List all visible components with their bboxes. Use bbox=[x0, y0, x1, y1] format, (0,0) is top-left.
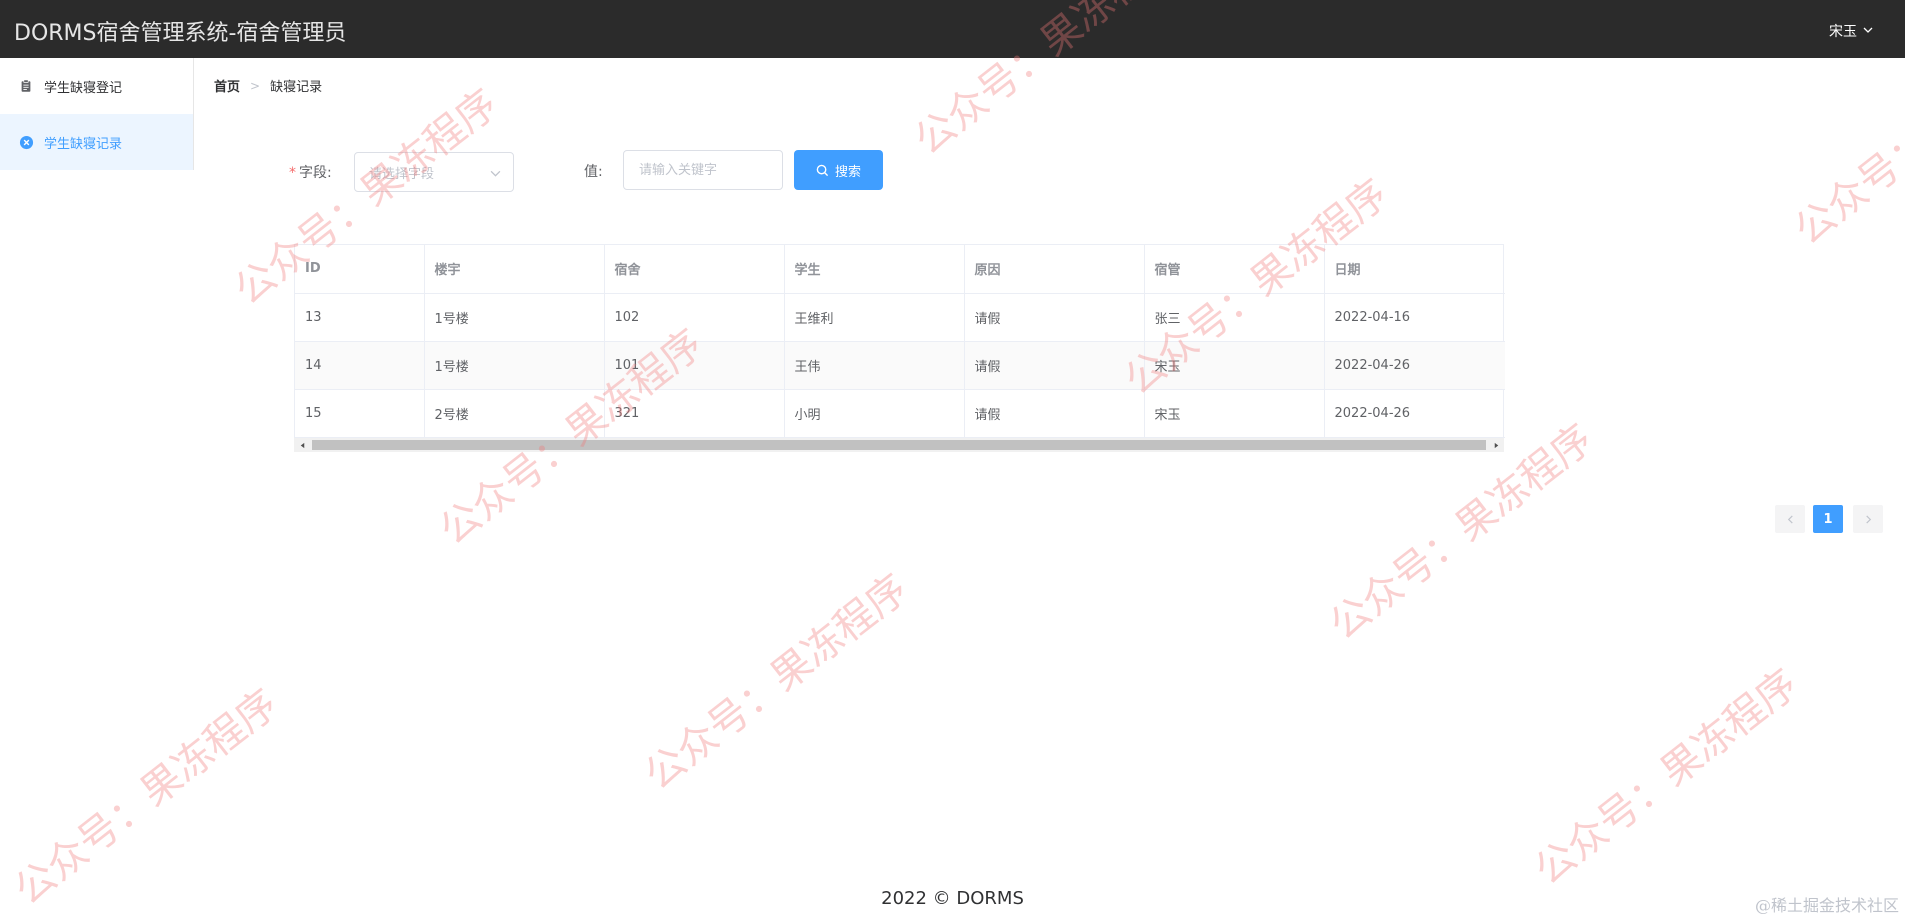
user-name: 宋玉 bbox=[1829, 24, 1857, 40]
footer-credit: @稀土掘金技术社区 bbox=[1754, 896, 1899, 915]
cell-reason: 请假 bbox=[964, 341, 1145, 390]
value-label: 值: bbox=[584, 164, 603, 180]
column-header-student[interactable]: 学生 bbox=[784, 245, 965, 294]
search-button-label: 搜索 bbox=[834, 164, 861, 180]
cell-id: 13 bbox=[295, 293, 425, 342]
records-table: ID 楼宇 宿舍 学生 原因 宿管 日期 13 1号楼 102 王维利 请假 张… bbox=[294, 244, 1505, 452]
search-form: *字段: 请选择字段 值: 搜索 bbox=[0, 150, 1000, 192]
cell-manager: 张三 bbox=[1144, 293, 1325, 342]
sidebar-item-label: 学生缺寝登记 bbox=[44, 80, 123, 96]
breadcrumb-home[interactable]: 首页 bbox=[214, 76, 240, 95]
cell-student: 王伟 bbox=[784, 341, 965, 390]
cell-date: 2022-04-16 bbox=[1324, 293, 1505, 342]
next-page-button[interactable] bbox=[1853, 505, 1883, 533]
table-row[interactable]: 15 2号楼 321 小明 请假 宋玉 2022-04-26 bbox=[295, 389, 1505, 438]
cell-building: 1号楼 bbox=[424, 341, 605, 390]
scroll-right-icon[interactable] bbox=[1488, 438, 1504, 452]
column-header-dorm[interactable]: 宿舍 bbox=[604, 245, 785, 294]
sidebar-item-absence-register[interactable]: 学生缺寝登记 bbox=[0, 58, 193, 114]
close-circle-icon bbox=[18, 134, 34, 150]
sidebar-item-label: 学生缺寝记录 bbox=[44, 136, 123, 152]
cell-reason: 请假 bbox=[964, 293, 1145, 342]
scrollbar-thumb[interactable] bbox=[312, 440, 1486, 450]
cell-date: 2022-04-26 bbox=[1324, 389, 1505, 438]
field-label: * 字段: bbox=[289, 165, 332, 181]
column-header-manager[interactable]: 宿管 bbox=[1144, 245, 1325, 294]
chevron-left-icon bbox=[1787, 514, 1793, 524]
field-select[interactable]: 请选择字段 bbox=[354, 152, 514, 192]
watermark: 公众号：果冻程序 bbox=[1526, 660, 1807, 895]
table-row[interactable]: 13 1号楼 102 王维利 请假 张三 2022-04-16 bbox=[295, 293, 1505, 342]
cell-date: 2022-04-26 bbox=[1324, 341, 1505, 390]
required-asterisk: * bbox=[289, 165, 296, 181]
chevron-down-icon bbox=[490, 170, 501, 177]
breadcrumb-current: 缺寝记录 bbox=[270, 80, 323, 95]
watermark-layer: 公众号：果冻程序 公众号：果冻程序 公众号：果冻程序 公众号：果冻程序 公众号：… bbox=[0, 0, 1905, 920]
cell-dorm: 101 bbox=[604, 341, 785, 390]
column-header-reason[interactable]: 原因 bbox=[964, 245, 1145, 294]
cell-id: 14 bbox=[295, 341, 425, 390]
table-header-row: ID 楼宇 宿舍 学生 原因 宿管 日期 bbox=[295, 245, 1505, 294]
scroll-left-icon[interactable] bbox=[294, 438, 310, 452]
cell-dorm: 321 bbox=[604, 389, 785, 438]
top-navbar: DORMS宿舍管理系统-宿舍管理员 宋玉 bbox=[0, 0, 1905, 58]
cell-dorm: 102 bbox=[604, 293, 785, 342]
cell-student: 小明 bbox=[784, 389, 965, 438]
keyword-input[interactable] bbox=[623, 150, 783, 190]
column-header-date[interactable]: 日期 bbox=[1324, 245, 1505, 294]
field-select-placeholder: 请选择字段 bbox=[369, 166, 435, 182]
cell-manager: 宋玉 bbox=[1144, 389, 1325, 438]
table-row[interactable]: 14 1号楼 101 王伟 请假 宋玉 2022-04-26 bbox=[295, 341, 1505, 390]
column-header-building[interactable]: 楼宇 bbox=[424, 245, 605, 294]
horizontal-scrollbar[interactable] bbox=[294, 438, 1504, 452]
breadcrumb-separator-icon: > bbox=[250, 78, 261, 93]
clipboard-icon bbox=[18, 78, 34, 94]
cell-building: 2号楼 bbox=[424, 389, 605, 438]
watermark: 公众号：果冻程序 bbox=[636, 565, 917, 800]
breadcrumb: 首页 > 缺寝记录 bbox=[214, 76, 323, 96]
cell-manager: 宋玉 bbox=[1144, 341, 1325, 390]
chevron-down-icon bbox=[1863, 23, 1873, 39]
column-header-id[interactable]: ID bbox=[295, 245, 425, 294]
search-icon bbox=[816, 164, 829, 176]
cell-building: 1号楼 bbox=[424, 293, 605, 342]
cell-id: 15 bbox=[295, 389, 425, 438]
cell-reason: 请假 bbox=[964, 389, 1145, 438]
search-button[interactable]: 搜索 bbox=[794, 150, 883, 190]
page-button-current[interactable]: 1 bbox=[1813, 505, 1843, 533]
footer-copyright: 2022 © DORMS bbox=[881, 888, 1024, 909]
chevron-right-icon bbox=[1865, 514, 1871, 524]
watermark: 公众号：果冻程序 bbox=[6, 680, 287, 915]
cell-student: 王维利 bbox=[784, 293, 965, 342]
prev-page-button[interactable] bbox=[1775, 505, 1805, 533]
user-menu[interactable]: 宋玉 bbox=[1829, 21, 1873, 41]
app-title: DORMS宿舍管理系统-宿舍管理员 bbox=[14, 21, 347, 46]
